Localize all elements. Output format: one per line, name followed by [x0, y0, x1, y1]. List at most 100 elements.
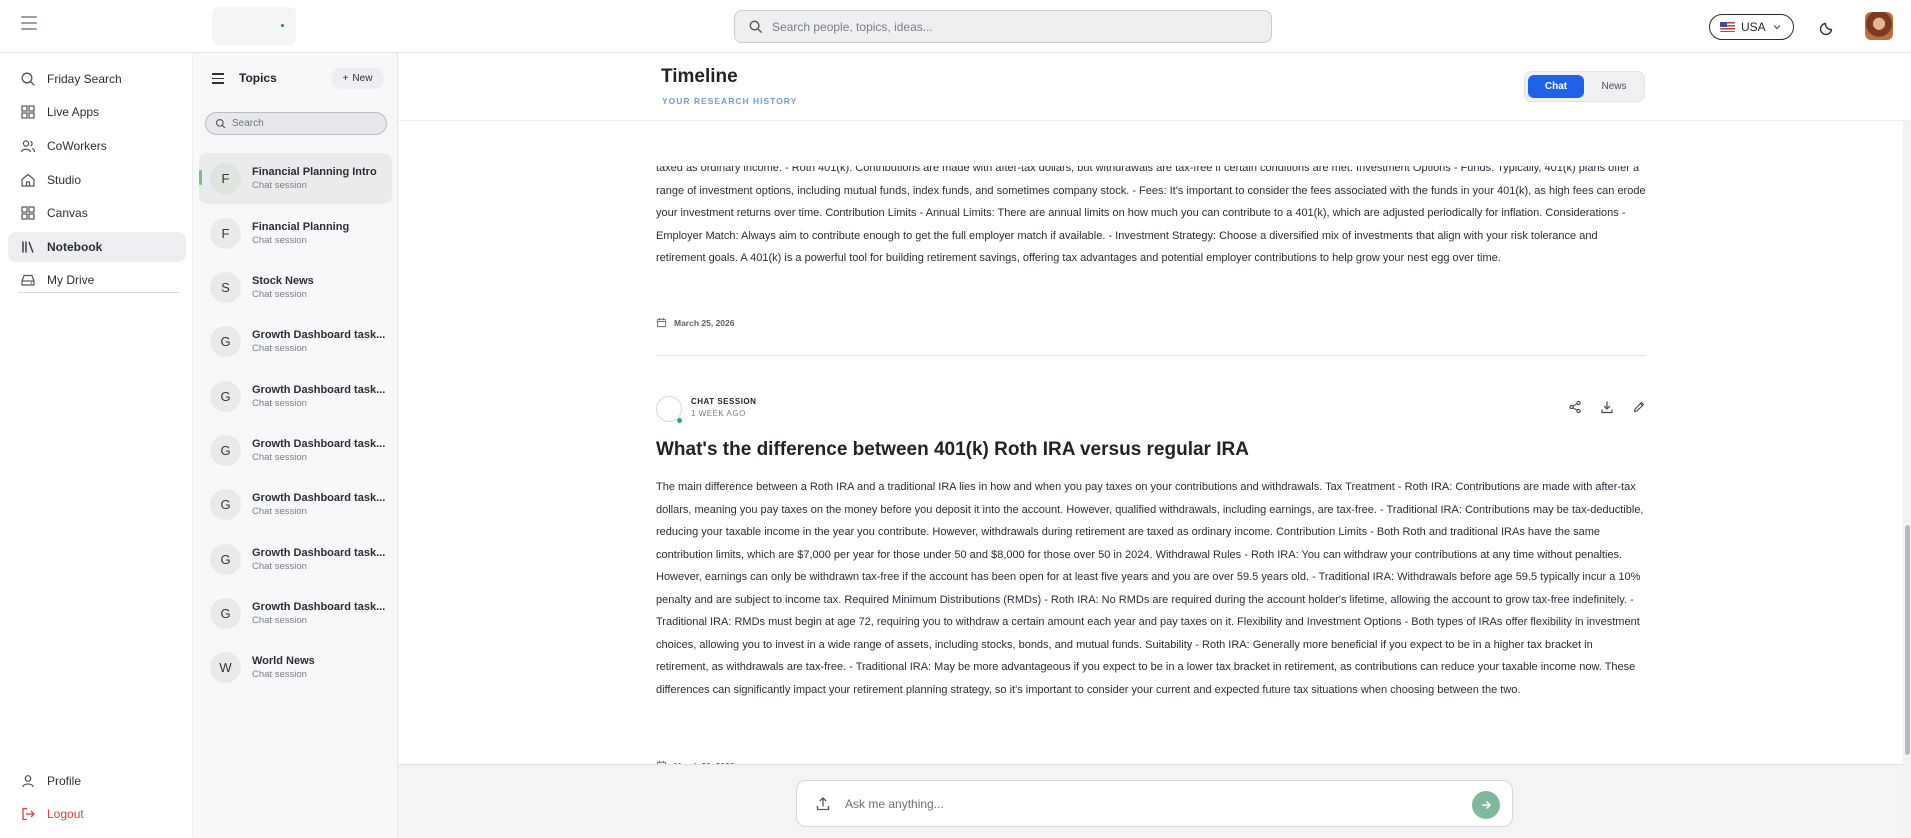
- topic-item[interactable]: G Growth Dashboard task... Chat session: [199, 425, 392, 476]
- session-type: CHAT SESSION: [691, 397, 757, 406]
- topic-avatar: W: [210, 652, 241, 683]
- topic-item[interactable]: W World News Chat session: [199, 642, 392, 693]
- topic-name: Growth Dashboard task...: [252, 329, 386, 341]
- logout-label: Logout: [47, 807, 84, 821]
- nav-item-label: Friday Search: [47, 72, 122, 86]
- library-icon: [22, 241, 34, 253]
- topic-avatar: G: [210, 598, 241, 629]
- online-status-dot: [676, 417, 683, 424]
- topic-item[interactable]: F Financial Planning Intro Chat session: [199, 153, 392, 204]
- topic-name: Growth Dashboard task...: [252, 384, 386, 396]
- page-title: Timeline: [661, 66, 738, 87]
- chat-composer: [796, 780, 1513, 827]
- active-indicator: [199, 170, 202, 185]
- topic-subtitle: Chat session: [252, 235, 307, 246]
- topic-name: Growth Dashboard task...: [252, 438, 386, 450]
- edit-pencil-icon[interactable]: [1632, 400, 1646, 414]
- entry-title: What's the difference between 401(k) Rot…: [656, 439, 1249, 460]
- page-subtitle: YOUR RESEARCH HISTORY: [662, 96, 798, 106]
- topic-avatar: G: [210, 381, 241, 412]
- session-header: CHAT SESSION 1 WEEK AGO: [656, 396, 1646, 426]
- topic-item[interactable]: G Growth Dashboard task... Chat session: [199, 534, 392, 585]
- hamburger-menu-icon[interactable]: [21, 16, 37, 30]
- country-label: USA: [1741, 20, 1766, 34]
- nav-item-my-drive[interactable]: My Drive: [8, 265, 186, 295]
- topic-subtitle: Chat session: [252, 669, 307, 680]
- topic-name: Stock News: [252, 275, 314, 287]
- dark-mode-moon-icon[interactable]: [1818, 17, 1838, 37]
- send-button[interactable]: [1472, 791, 1500, 819]
- topic-item[interactable]: G Growth Dashboard task... Chat session: [199, 316, 392, 367]
- calendar-icon: [656, 317, 667, 328]
- nav-item-live-apps[interactable]: Live Apps: [8, 97, 186, 127]
- top-bar: USA: [0, 0, 1911, 53]
- nav-item-label: My Drive: [47, 273, 95, 287]
- search-icon: [215, 118, 226, 129]
- topic-item[interactable]: G Growth Dashboard task... Chat session: [199, 371, 392, 422]
- scrollbar-thumb[interactable]: [1905, 525, 1910, 755]
- entry-date: March 25, 2026: [656, 317, 734, 328]
- users-icon: [20, 140, 36, 153]
- nav-item-label: Live Apps: [47, 105, 100, 119]
- topics-header: Topics + New: [193, 53, 398, 103]
- global-search-bar[interactable]: [734, 10, 1272, 43]
- search-icon: [21, 72, 35, 86]
- entry-date-text: March 25, 2026: [674, 317, 735, 328]
- plus-icon: +: [342, 73, 349, 84]
- topic-subtitle: Chat session: [252, 289, 307, 300]
- nav-divider: [18, 292, 179, 293]
- topic-avatar: S: [210, 272, 241, 303]
- topic-name: Financial Planning Intro: [252, 166, 377, 178]
- new-topic-button[interactable]: + New: [331, 68, 384, 89]
- logout-icon: [22, 807, 35, 821]
- logo-dot: [281, 24, 284, 27]
- topic-subtitle: Chat session: [252, 615, 307, 626]
- nav-item-friday-search[interactable]: Friday Search: [8, 64, 186, 94]
- user-avatar[interactable]: [1865, 12, 1893, 40]
- us-flag-icon: [1720, 22, 1735, 32]
- download-icon[interactable]: [1600, 400, 1614, 414]
- topic-item[interactable]: G Growth Dashboard task... Chat session: [199, 479, 392, 530]
- drive-icon: [21, 274, 35, 286]
- topic-search-bar[interactable]: [205, 112, 387, 135]
- topic-avatar: F: [210, 218, 241, 249]
- arrow-right-icon: [1482, 800, 1492, 810]
- global-search-input[interactable]: [772, 19, 1252, 34]
- session-time: 1 WEEK AGO: [691, 409, 746, 418]
- topic-item[interactable]: F Financial Planning Chat session: [199, 208, 392, 259]
- topic-subtitle: Chat session: [252, 180, 307, 191]
- entry-body-text: taxed as ordinary income. - Roth 401(k):…: [656, 166, 1646, 264]
- topic-subtitle: Chat session: [252, 343, 307, 354]
- topic-avatar: G: [210, 544, 241, 575]
- new-topic-label: New: [352, 73, 373, 84]
- topic-subtitle: Chat session: [252, 452, 307, 463]
- chat-news-toggle: Chat News: [1524, 71, 1645, 102]
- country-selector[interactable]: USA: [1709, 14, 1794, 40]
- timeline-main: Timeline YOUR RESEARCH HISTORY Chat News…: [398, 53, 1911, 838]
- toggle-chat-button[interactable]: Chat: [1528, 75, 1584, 98]
- profile-label: Profile: [47, 774, 82, 788]
- toggle-news-button[interactable]: News: [1588, 75, 1640, 98]
- nav-item-canvas[interactable]: Canvas: [8, 198, 186, 228]
- user-icon: [22, 775, 34, 788]
- nav-item-label: CoWorkers: [47, 139, 107, 153]
- nav-item-coworkers[interactable]: CoWorkers: [8, 131, 186, 161]
- nav-item-studio[interactable]: Studio: [8, 165, 186, 195]
- nav-item-label: Notebook: [47, 240, 103, 254]
- apps-grid-icon: [21, 105, 35, 119]
- nav-item-notebook[interactable]: Notebook: [8, 232, 186, 262]
- nav-item-label: Canvas: [47, 206, 88, 220]
- upload-icon[interactable]: [815, 796, 831, 812]
- nav-item-profile[interactable]: Profile: [8, 766, 186, 796]
- topic-name: Growth Dashboard task...: [252, 547, 386, 559]
- share-icon[interactable]: [1568, 400, 1582, 414]
- timeline-header: Timeline YOUR RESEARCH HISTORY Chat News: [398, 53, 1911, 121]
- entry-body-previous: taxed as ordinary income. - Roth 401(k):…: [656, 166, 1646, 302]
- topic-item[interactable]: S Stock News Chat session: [199, 262, 392, 313]
- topic-name: Growth Dashboard task...: [252, 601, 386, 613]
- chat-input[interactable]: [845, 796, 1445, 811]
- topics-menu-icon[interactable]: [212, 73, 224, 84]
- nav-item-logout[interactable]: Logout: [8, 799, 186, 829]
- topic-search-input[interactable]: [232, 118, 382, 129]
- topic-item[interactable]: G Growth Dashboard task... Chat session: [199, 588, 392, 639]
